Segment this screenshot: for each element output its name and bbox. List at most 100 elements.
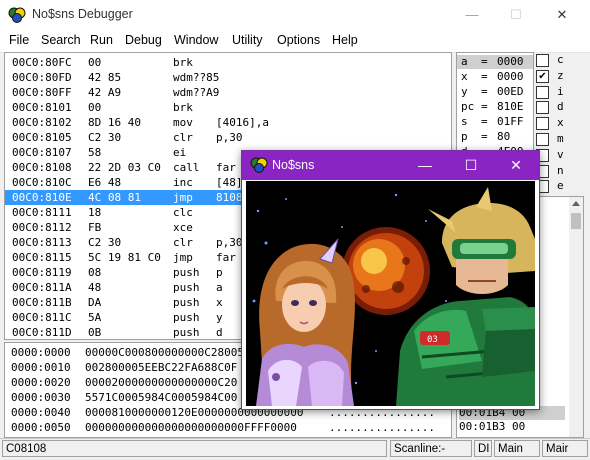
register-y[interactable]: y = 00ED: [457, 85, 533, 99]
emulator-window[interactable]: No$sns — ☐ ✕ 03: [241, 150, 540, 410]
register-s[interactable]: s = 01FF: [457, 115, 533, 129]
checkbox-checked-icon[interactable]: ✔: [536, 69, 549, 83]
disasm-row[interactable]: 00C0:80FD 42 85 wdm??85: [5, 70, 451, 85]
disasm-row[interactable]: 00C0:80FF 42 A9 wdm??A9: [5, 85, 451, 100]
flag-n[interactable]: n: [536, 164, 576, 178]
checkbox-icon[interactable]: [536, 133, 549, 146]
disasm-op: push: [173, 311, 200, 324]
flag-label: e: [557, 179, 564, 193]
disasm-args: [48]: [216, 176, 243, 189]
flag-d[interactable]: d: [536, 100, 576, 115]
svg-text:03: 03: [427, 335, 438, 345]
emulator-close-button[interactable]: ✕: [493, 151, 539, 180]
flag-x[interactable]: x: [536, 116, 576, 131]
disasm-bytes: 22 2D 03 C0: [88, 161, 161, 174]
memory-addr: 0000:0050: [11, 421, 71, 434]
disasm-op: jmp: [173, 251, 193, 264]
register-x[interactable]: x = 0000: [457, 70, 533, 84]
flag-e[interactable]: e: [536, 179, 576, 194]
register-value: 0000: [497, 70, 524, 83]
stack-row[interactable]: 00:01B3 00: [459, 420, 525, 434]
register-equals: =: [481, 55, 488, 68]
register-equals: =: [481, 100, 488, 113]
disasm-bytes: E6 48: [88, 176, 122, 189]
register-p[interactable]: p = 80: [457, 130, 533, 144]
menu-debug[interactable]: Debug: [125, 33, 162, 47]
disasm-args: d: [216, 326, 223, 339]
flag-label: z: [557, 68, 564, 82]
memory-addr: 0000:0040: [11, 406, 71, 419]
register-a[interactable]: a = 0000: [457, 55, 533, 69]
disasm-args: 8108: [216, 191, 243, 204]
flag-v[interactable]: v: [536, 148, 576, 162]
disasm-bytes: 5C 19 81 C0: [88, 251, 161, 264]
register-equals: =: [481, 85, 488, 98]
flag-label: m: [557, 132, 564, 145]
memory-hex: 5571C0005984C0005984C00: [85, 391, 238, 404]
flag-label: d: [557, 100, 564, 114]
menu-file[interactable]: File: [9, 33, 29, 47]
emulator-minimize-button[interactable]: —: [402, 151, 448, 180]
disasm-row[interactable]: 00C0:80FC 00 brk: [5, 55, 451, 70]
flag-z[interactable]: ✔ z: [536, 69, 576, 83]
disasm-addr: 00C0:811D: [12, 326, 72, 339]
disasm-op: jmp: [173, 191, 193, 204]
checkbox-icon[interactable]: [536, 101, 549, 115]
close-button[interactable]: ✕: [545, 4, 579, 26]
maximize-button[interactable]: ☐: [499, 4, 533, 26]
disasm-op: ei: [173, 146, 187, 159]
stack-scrollbar[interactable]: [569, 197, 583, 437]
register-value: 01FF: [497, 115, 524, 128]
disasm-row[interactable]: 00C0:8105 C2 30 clr p,30: [5, 130, 451, 145]
emulator-titlebar[interactable]: No$sns — ☐ ✕: [242, 151, 539, 180]
register-name: pc: [461, 100, 475, 113]
disasm-args: y: [216, 311, 223, 324]
disasm-row[interactable]: 00C0:8101 00 brk: [5, 100, 451, 115]
disasm-args: p,30: [216, 131, 243, 144]
emulator-maximize-button[interactable]: ☐: [448, 151, 494, 180]
flag-label: v: [557, 147, 564, 161]
debugger-titlebar[interactable]: No$sns Debugger — ☐ ✕: [0, 0, 590, 30]
register-name: a: [461, 55, 468, 68]
disasm-addr: 00C0:810E: [12, 191, 72, 204]
menu-window[interactable]: Window: [174, 33, 218, 47]
register-pc[interactable]: pc = 810E: [457, 100, 533, 114]
nosns-app-icon: [8, 7, 26, 23]
status-position: C08108: [2, 440, 387, 457]
register-equals: =: [481, 70, 488, 83]
register-equals: =: [481, 130, 488, 143]
game-screen[interactable]: 03: [246, 181, 535, 406]
disasm-bytes: 8D 16 40: [88, 116, 141, 129]
status-bar: C08108 Scanline:- DI Main Mair: [0, 438, 590, 460]
register-equals: =: [481, 115, 488, 128]
disasm-row[interactable]: 00C0:8102 8D 16 40 mov [4016],a: [5, 115, 451, 130]
disasm-op: push: [173, 296, 200, 309]
disasm-bytes: C2 30: [88, 236, 122, 249]
minimize-button[interactable]: —: [455, 4, 489, 26]
disasm-op: xce: [173, 221, 193, 234]
register-value: 80: [497, 130, 511, 143]
checkbox-icon[interactable]: [536, 85, 549, 99]
disasm-op: wdm??A9: [173, 86, 220, 99]
menu-run[interactable]: Run: [90, 33, 113, 47]
disasm-op: clr: [173, 236, 193, 249]
disasm-bytes: 00: [88, 56, 102, 69]
menu-utility[interactable]: Utility: [232, 33, 263, 47]
flag-c[interactable]: c: [536, 53, 576, 67]
disasm-args: p,30: [216, 236, 243, 249]
flag-m[interactable]: m: [536, 132, 576, 146]
disasm-addr: 00C0:80FC: [12, 56, 72, 69]
checkbox-icon[interactable]: [536, 117, 549, 131]
disasm-bytes: C2 30: [88, 131, 122, 144]
disasm-op: clr: [173, 131, 193, 144]
menu-help[interactable]: Help: [332, 33, 358, 47]
disasm-bytes: 5A: [88, 311, 102, 324]
disasm-op: push: [173, 326, 200, 339]
disasm-op: brk: [173, 56, 193, 69]
menu-options[interactable]: Options: [277, 33, 320, 47]
flag-i[interactable]: i: [536, 85, 576, 99]
menu-search[interactable]: Search: [41, 33, 81, 47]
checkbox-icon[interactable]: [536, 54, 549, 67]
disasm-args: p: [216, 266, 223, 279]
status-scanline: Scanline:-: [390, 440, 472, 457]
